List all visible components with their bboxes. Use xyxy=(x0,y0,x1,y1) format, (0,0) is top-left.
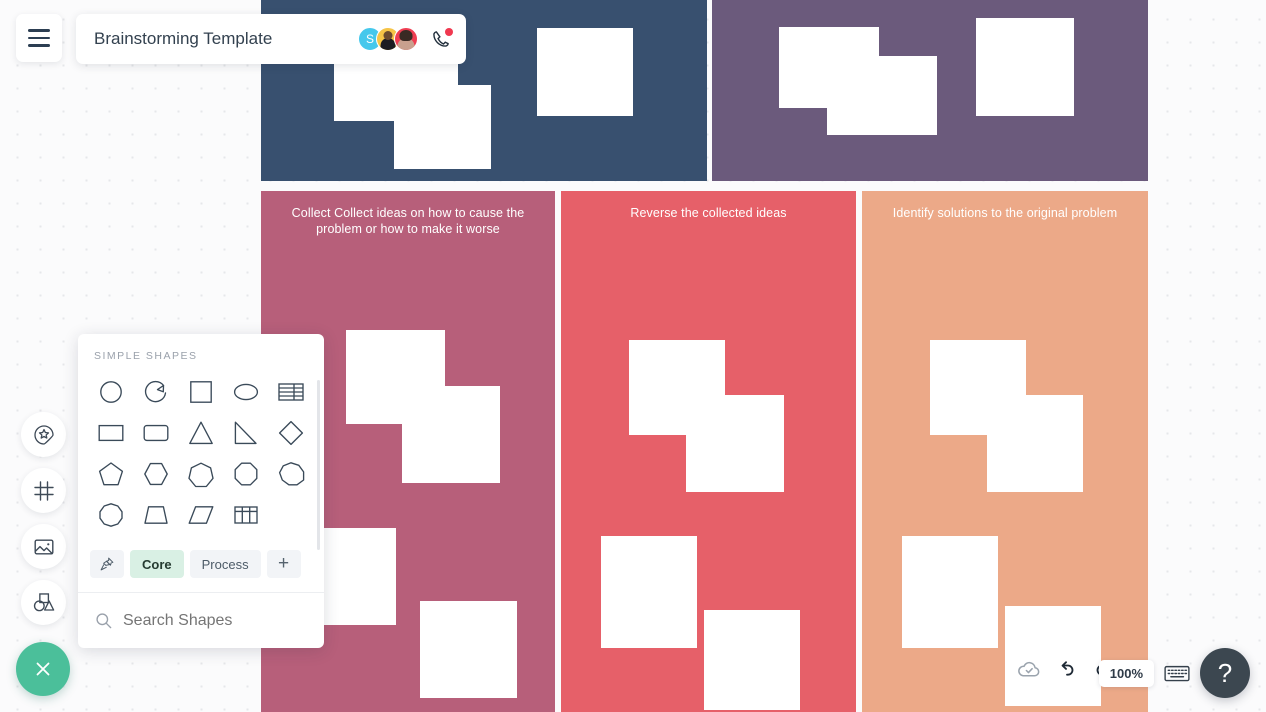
shape-item-arc[interactable] xyxy=(133,372,178,411)
circle-icon xyxy=(97,378,125,406)
shapes-scrollbar[interactable] xyxy=(317,380,320,550)
table-rows-icon xyxy=(277,378,305,406)
shape-item-heptagon[interactable] xyxy=(178,454,223,493)
shape-item-decagon[interactable] xyxy=(88,495,133,534)
panel-purple[interactable] xyxy=(712,0,1148,181)
sticker-tool-button[interactable] xyxy=(21,412,66,457)
trapezoid-icon xyxy=(142,501,170,529)
sticky-card[interactable] xyxy=(902,536,998,648)
page-title[interactable]: Brainstorming Template xyxy=(94,29,358,49)
close-panel-fab[interactable] xyxy=(16,642,70,696)
sticky-card[interactable] xyxy=(976,18,1074,116)
shape-item-triangle[interactable] xyxy=(178,413,223,452)
bottom-right-controls[interactable]: 100% ? xyxy=(1098,648,1250,698)
column-header: Reverse the collected ideas xyxy=(630,206,787,220)
undo-icon[interactable] xyxy=(1056,658,1078,680)
document-titlebar[interactable]: Brainstorming Template S xyxy=(76,14,466,64)
avatar[interactable] xyxy=(394,27,418,51)
sticky-card[interactable] xyxy=(537,28,633,116)
shape-item-pentagon[interactable] xyxy=(88,454,133,493)
triangle-icon xyxy=(187,419,215,447)
octagon-icon xyxy=(232,460,260,488)
process-tab[interactable]: Process xyxy=(189,550,261,578)
nonagon-icon xyxy=(277,460,305,488)
decagon-icon xyxy=(97,501,125,529)
shapes-scroll-area[interactable] xyxy=(78,372,324,550)
shapes-icon xyxy=(31,590,56,615)
square-icon xyxy=(187,378,215,406)
search-input[interactable] xyxy=(123,611,324,630)
shape-item-square[interactable] xyxy=(178,372,223,411)
add-tab-button[interactable]: + xyxy=(266,550,301,578)
image-picture-icon xyxy=(32,535,56,559)
shape-item-octagon[interactable] xyxy=(224,454,269,493)
sticky-card[interactable] xyxy=(394,85,491,169)
phone-call-icon[interactable] xyxy=(430,28,453,50)
shape-library-tabs[interactable]: Core Process + xyxy=(78,542,324,592)
shape-item-ellipse[interactable] xyxy=(224,372,269,411)
rectangle-icon xyxy=(97,419,125,447)
keyboard-shortcuts-button[interactable] xyxy=(1164,663,1190,684)
heptagon-icon xyxy=(187,460,215,488)
ellipse-icon xyxy=(232,378,260,406)
pentagon-icon xyxy=(97,460,125,488)
whiteboard-app: Collect Collect ideas on how to cause th… xyxy=(0,0,1266,712)
shape-item-nonagon[interactable] xyxy=(269,454,314,493)
image-tool-button[interactable] xyxy=(21,524,66,569)
frame-tool-button[interactable] xyxy=(21,468,66,513)
diamond-icon xyxy=(277,419,305,447)
arc-icon xyxy=(142,378,170,406)
close-x-icon xyxy=(31,657,55,681)
help-button[interactable]: ? xyxy=(1200,648,1250,698)
shape-item-table-rows[interactable] xyxy=(269,372,314,411)
zoom-level-indicator[interactable]: 100% xyxy=(1098,659,1154,687)
column-header: Collect Collect ideas on how to cause th… xyxy=(291,206,525,236)
sticky-card[interactable] xyxy=(402,386,500,483)
collaborator-avatars[interactable]: S xyxy=(358,27,418,51)
shape-item-rectangle[interactable] xyxy=(88,413,133,452)
search-icon xyxy=(94,611,113,630)
core-tab[interactable]: Core xyxy=(130,550,184,578)
shape-item-trapezoid[interactable] xyxy=(133,495,178,534)
tool-rail[interactable] xyxy=(21,412,66,625)
pin-icon xyxy=(99,556,115,572)
sticky-card[interactable] xyxy=(827,56,937,135)
shapes-search-row[interactable] xyxy=(78,592,324,648)
pin-tab[interactable] xyxy=(90,550,124,578)
sticky-card[interactable] xyxy=(420,601,517,698)
sticky-card[interactable] xyxy=(704,610,800,710)
shape-item-rounded-rectangle[interactable] xyxy=(133,413,178,452)
shapes-tool-button[interactable] xyxy=(21,580,66,625)
shape-item-hexagon[interactable] xyxy=(133,454,178,493)
parallelogram-icon xyxy=(187,501,215,529)
sticky-card[interactable] xyxy=(987,395,1083,492)
frame-grid-icon xyxy=(32,479,56,503)
shapes-grid[interactable] xyxy=(78,372,324,542)
right-triangle-icon xyxy=(232,419,260,447)
call-notification-dot xyxy=(445,28,453,36)
shape-item-parallelogram[interactable] xyxy=(178,495,223,534)
hexagon-icon xyxy=(142,460,170,488)
shape-item-diamond[interactable] xyxy=(269,413,314,452)
shape-item-circle[interactable] xyxy=(88,372,133,411)
cloud-saved-icon xyxy=(1016,656,1042,682)
shape-item-right-triangle[interactable] xyxy=(224,413,269,452)
sticker-star-icon xyxy=(32,423,56,447)
table-grid-icon xyxy=(232,501,260,529)
column-header: Identify solutions to the original probl… xyxy=(892,206,1118,220)
shapes-section-title: SIMPLE SHAPES xyxy=(94,350,198,362)
rounded-rectangle-icon xyxy=(142,419,170,447)
shapes-flyout-panel[interactable]: SIMPLE SHAPES Core Process + xyxy=(78,334,324,648)
avatar-initial: S xyxy=(365,32,374,46)
keyboard-icon xyxy=(1164,663,1190,684)
sticky-card[interactable] xyxy=(686,395,784,492)
column-identify[interactable]: Identify solutions to the original probl… xyxy=(862,191,1148,712)
sticky-card[interactable] xyxy=(601,536,697,648)
shape-item-table-grid[interactable] xyxy=(224,495,269,534)
hamburger-menu-icon xyxy=(28,29,50,47)
hamburger-menu-button[interactable] xyxy=(16,14,62,62)
column-reverse[interactable]: Reverse the collected ideas xyxy=(561,191,856,712)
